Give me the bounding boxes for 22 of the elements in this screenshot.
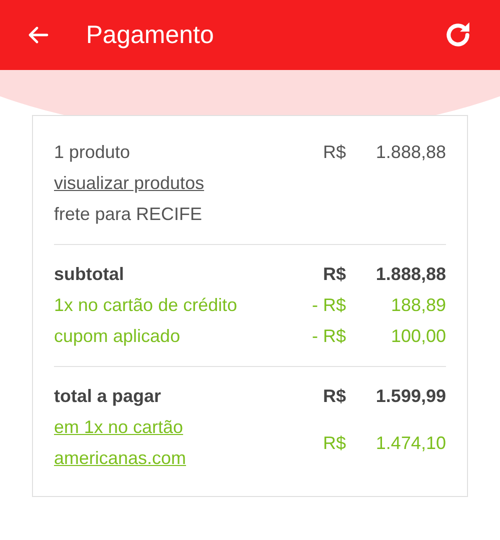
payment-method-link[interactable]: americanas.com xyxy=(54,443,186,474)
amount-value: 1.599,99 xyxy=(374,385,446,408)
summary-label: 1 produto xyxy=(54,141,130,164)
page-title: Pagamento xyxy=(86,20,215,50)
payment-method-link[interactable]: em 1x no cartão xyxy=(54,412,184,443)
amount-value: 188,89 xyxy=(390,294,446,317)
currency-label: R$ xyxy=(322,141,346,164)
summary-label: 1x no cartão de crédito xyxy=(54,294,238,317)
total-label: subtotal xyxy=(54,263,124,286)
summary-label: frete para RECIFE xyxy=(54,203,202,226)
total-label: total a pagar xyxy=(54,385,162,408)
currency-label: R$ xyxy=(322,263,346,286)
amount-value: 1.888,88 xyxy=(374,263,446,286)
summary-label: cupom aplicado xyxy=(54,325,180,348)
currency-label: - R$ xyxy=(312,294,346,317)
amount-value: 1.474,10 xyxy=(374,432,446,454)
amount-value: 100,00 xyxy=(390,325,446,348)
view-products-link[interactable]: visualizar produtos xyxy=(54,168,204,199)
currency-label: R$ xyxy=(322,432,346,454)
currency-label: R$ xyxy=(322,385,346,408)
amount-value: 1.888,88 xyxy=(374,141,446,164)
currency-label: - R$ xyxy=(312,325,346,348)
